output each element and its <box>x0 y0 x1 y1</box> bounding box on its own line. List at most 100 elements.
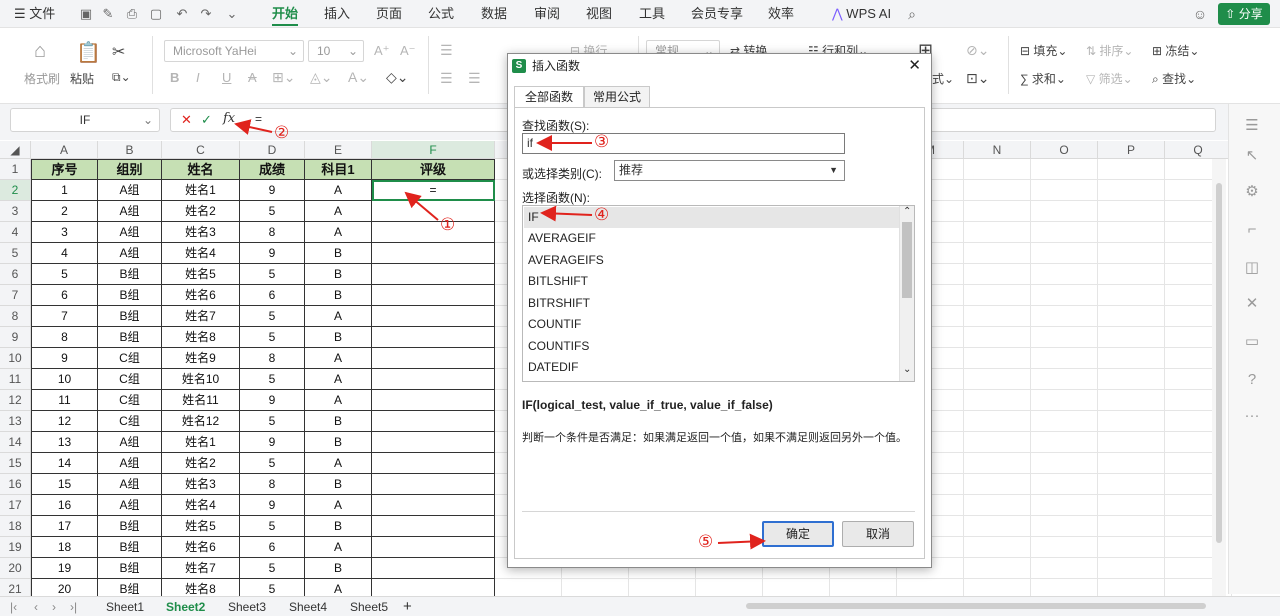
font-color-icon[interactable]: A⌄ <box>348 69 369 86</box>
insert-function-icon[interactable]: fx <box>223 111 235 126</box>
fill-button[interactable]: ⊟ 填充⌄ <box>1020 42 1067 59</box>
italic-icon[interactable]: I <box>196 70 200 85</box>
row-header[interactable]: 20 <box>0 558 31 579</box>
table-cell[interactable]: 5 <box>240 453 305 474</box>
add-sheet-icon[interactable]: + <box>403 598 412 616</box>
table-cell[interactable]: 14 <box>31 453 98 474</box>
sum-button[interactable]: ∑ 求和⌄ <box>1020 70 1066 87</box>
table-cell[interactable]: 姓名2 <box>162 201 240 222</box>
table-cell[interactable]: A <box>305 306 372 327</box>
row-header[interactable]: 18 <box>0 516 31 537</box>
table-cell[interactable]: B <box>305 243 372 264</box>
table-cell[interactable]: 2 <box>31 201 98 222</box>
cancel-formula-icon[interactable]: ✕ <box>181 112 192 128</box>
table-cell[interactable]: 姓名10 <box>162 369 240 390</box>
table-cell[interactable]: 6 <box>31 285 98 306</box>
emoji-icon[interactable]: ☺ <box>1192 6 1208 22</box>
table-cell[interactable]: 姓名4 <box>162 243 240 264</box>
header-cell[interactable]: 评级 <box>372 159 495 180</box>
table-cell[interactable]: A组 <box>98 201 162 222</box>
table-cell[interactable]: A <box>305 180 372 201</box>
table-cell[interactable] <box>372 558 495 579</box>
header-cell[interactable]: 组别 <box>98 159 162 180</box>
table-cell[interactable]: A <box>305 390 372 411</box>
table-cell[interactable]: B <box>305 558 372 579</box>
file-menu[interactable]: ☰ 文件 <box>14 0 55 28</box>
scroll-down-icon[interactable]: ⌄ <box>903 364 911 375</box>
border-style-icon[interactable]: ⊡⌄ <box>966 70 989 87</box>
table-cell[interactable]: 5 <box>240 306 305 327</box>
row-header[interactable]: 11 <box>0 369 31 390</box>
table-cell[interactable] <box>372 327 495 348</box>
column-header-c[interactable]: C <box>162 141 240 159</box>
table-cell[interactable]: B <box>305 285 372 306</box>
table-cell[interactable]: A组 <box>98 180 162 201</box>
table-cell[interactable]: A <box>305 537 372 558</box>
font-size-select[interactable]: 10 ⌄ <box>308 40 364 62</box>
wps-ai-button[interactable]: ⋀ WPS AI <box>832 0 891 28</box>
row-header[interactable]: 15 <box>0 453 31 474</box>
freeze-button[interactable]: ⊞ 冻结⌄ <box>1152 42 1199 59</box>
underline-icon[interactable]: U <box>222 70 231 85</box>
table-cell[interactable]: C组 <box>98 411 162 432</box>
sheet-tab-5[interactable]: Sheet5 <box>350 598 388 616</box>
table-cell[interactable]: 9 <box>240 432 305 453</box>
menu-icon[interactable]: ☰ <box>1240 114 1264 138</box>
name-box[interactable]: IF ⌄ <box>10 108 160 132</box>
function-item[interactable]: DATEDIF <box>528 357 578 378</box>
table-cell[interactable]: 4 <box>31 243 98 264</box>
sort-button[interactable]: ⇅ 排序⌄ <box>1086 42 1133 59</box>
table-cell[interactable]: 姓名5 <box>162 264 240 285</box>
table-cell[interactable] <box>372 432 495 453</box>
redo-icon[interactable]: ↷ <box>198 6 214 22</box>
format-brush-label[interactable]: 格式刷 <box>24 70 60 87</box>
table-cell[interactable]: 姓名6 <box>162 285 240 306</box>
table-cell[interactable]: 姓名1 <box>162 432 240 453</box>
row-header[interactable]: 8 <box>0 306 31 327</box>
row-header[interactable]: 19 <box>0 537 31 558</box>
table-cell[interactable] <box>372 201 495 222</box>
table-cell[interactable]: A组 <box>98 243 162 264</box>
shape-icon[interactable]: ◫ <box>1240 256 1264 280</box>
table-cell[interactable] <box>372 516 495 537</box>
strikethrough-icon[interactable]: A <box>248 70 257 85</box>
tab-nav-last-icon[interactable]: ›| <box>70 598 77 616</box>
find-button[interactable]: ⌕ 查找⌄ <box>1152 70 1196 87</box>
table-cell[interactable]: B <box>305 264 372 285</box>
table-cell[interactable]: 9 <box>31 348 98 369</box>
column-header-d[interactable]: D <box>240 141 305 159</box>
table-cell[interactable]: 姓名4 <box>162 495 240 516</box>
decrease-font-icon[interactable]: A⁻ <box>400 43 416 59</box>
adjust-icon[interactable]: ⚙ <box>1240 180 1264 204</box>
table-cell[interactable]: B <box>305 432 372 453</box>
table-cell[interactable]: 姓名6 <box>162 537 240 558</box>
table-cell[interactable]: 姓名7 <box>162 558 240 579</box>
table-cell[interactable]: B组 <box>98 537 162 558</box>
scrollbar-thumb[interactable] <box>1216 183 1222 543</box>
table-cell[interactable]: 姓名5 <box>162 516 240 537</box>
format-brush-icon[interactable]: ⌂ <box>34 40 46 63</box>
row-header[interactable]: 10 <box>0 348 31 369</box>
function-item-if[interactable]: IF <box>524 207 899 228</box>
row-header[interactable]: 12 <box>0 390 31 411</box>
table-cell[interactable]: A组 <box>98 432 162 453</box>
table-cell[interactable]: B组 <box>98 516 162 537</box>
table-cell[interactable]: B组 <box>98 558 162 579</box>
column-header-q[interactable]: Q <box>1165 141 1232 159</box>
table-cell[interactable]: B <box>305 411 372 432</box>
column-header-p[interactable]: P <box>1098 141 1165 159</box>
table-cell[interactable]: B组 <box>98 327 162 348</box>
bold-icon[interactable]: B <box>170 70 179 85</box>
table-cell[interactable]: 1 <box>31 180 98 201</box>
select-all-corner[interactable]: ◢ <box>0 141 31 159</box>
table-cell[interactable] <box>372 495 495 516</box>
print-preview-icon[interactable]: ▢ <box>148 6 164 22</box>
table-cell[interactable]: B组 <box>98 306 162 327</box>
row-header[interactable]: 7 <box>0 285 31 306</box>
cut-icon[interactable]: ✂ <box>112 42 125 62</box>
more-dropdown-icon[interactable]: ⌄ <box>224 6 240 22</box>
more-icon[interactable]: ··· <box>1240 404 1264 428</box>
row-header[interactable]: 16 <box>0 474 31 495</box>
table-cell[interactable]: 13 <box>31 432 98 453</box>
table-cell[interactable]: A组 <box>98 495 162 516</box>
